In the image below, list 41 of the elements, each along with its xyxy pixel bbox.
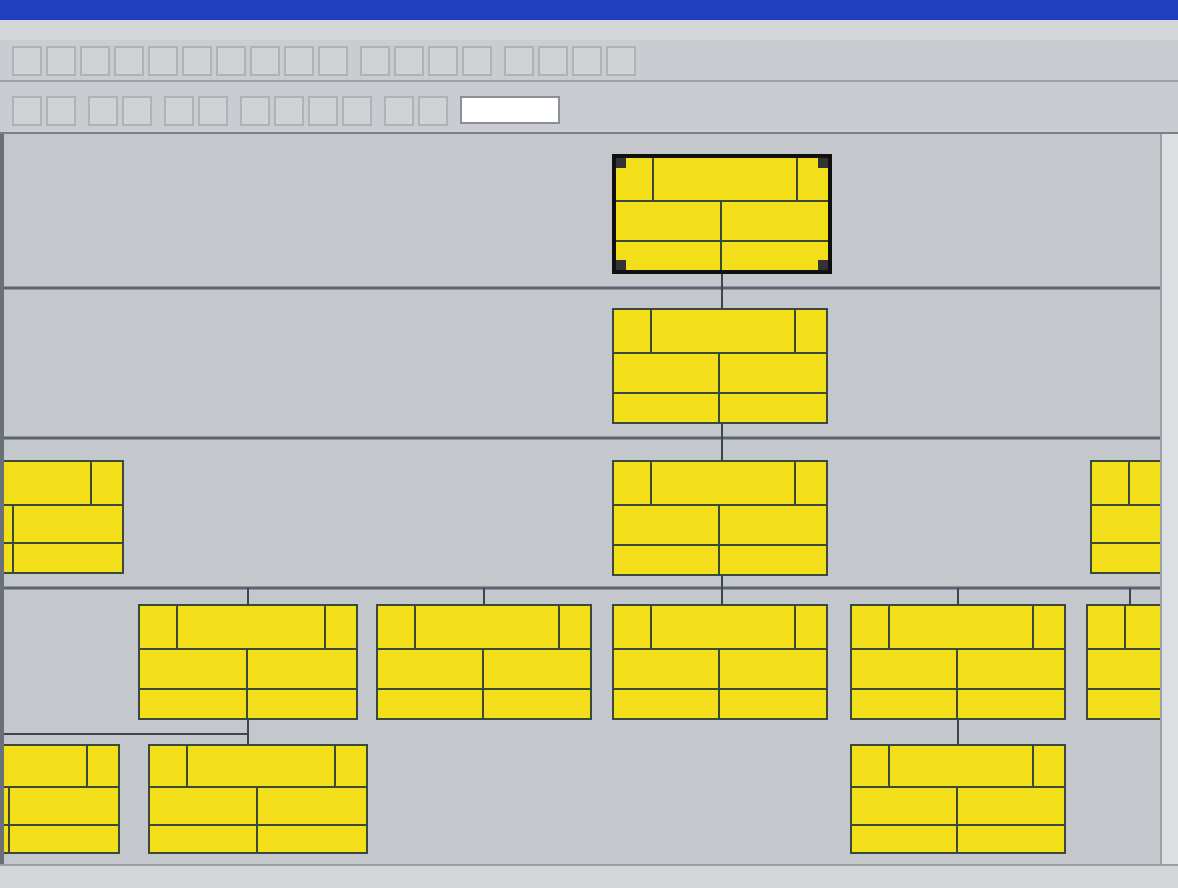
toolbar-button[interactable] [164, 95, 194, 125]
org-node[interactable] [850, 604, 1066, 720]
toolbar-button[interactable] [274, 95, 304, 125]
toolbar-button[interactable] [538, 45, 568, 75]
toolbar-button[interactable] [198, 95, 228, 125]
toolbar-button[interactable] [572, 45, 602, 75]
toolbar-button[interactable] [182, 45, 212, 75]
toolbar-button[interactable] [80, 45, 110, 75]
org-node[interactable] [138, 604, 358, 720]
toolbar-button[interactable] [284, 45, 314, 75]
toolbar-button[interactable] [240, 95, 270, 125]
toolbar-button[interactable] [216, 45, 246, 75]
toolbar-button[interactable] [46, 45, 76, 75]
toolbar-button[interactable] [12, 45, 42, 75]
toolbar-button[interactable] [462, 45, 492, 75]
org-node[interactable] [612, 308, 828, 424]
toolbar-button[interactable] [114, 45, 144, 75]
toolbar-button[interactable] [88, 95, 118, 125]
org-node[interactable] [376, 604, 592, 720]
org-node[interactable] [612, 154, 832, 274]
toolbar-button[interactable] [46, 95, 76, 125]
toolbar-button[interactable] [606, 45, 636, 75]
toolbar-button[interactable] [428, 45, 458, 75]
org-node[interactable] [850, 744, 1066, 854]
toolbar-button[interactable] [504, 45, 534, 75]
toolbar-button[interactable] [250, 45, 280, 75]
toolbar-button[interactable] [418, 95, 448, 125]
org-node[interactable] [148, 744, 368, 854]
toolbar-button[interactable] [12, 95, 42, 125]
org-node[interactable] [612, 604, 828, 720]
vertical-scrollbar[interactable] [1160, 134, 1178, 864]
toolbar-button[interactable] [384, 95, 414, 125]
toolbar-button[interactable] [342, 95, 372, 125]
toolbar-button[interactable] [360, 45, 390, 75]
toolbar-button[interactable] [318, 45, 348, 75]
toolbar-button[interactable] [308, 95, 338, 125]
toolbar-button[interactable] [122, 95, 152, 125]
toolbar-button[interactable] [394, 45, 424, 75]
zoom-field[interactable] [460, 96, 560, 124]
org-node[interactable] [612, 460, 828, 576]
toolbar-button[interactable] [148, 45, 178, 75]
